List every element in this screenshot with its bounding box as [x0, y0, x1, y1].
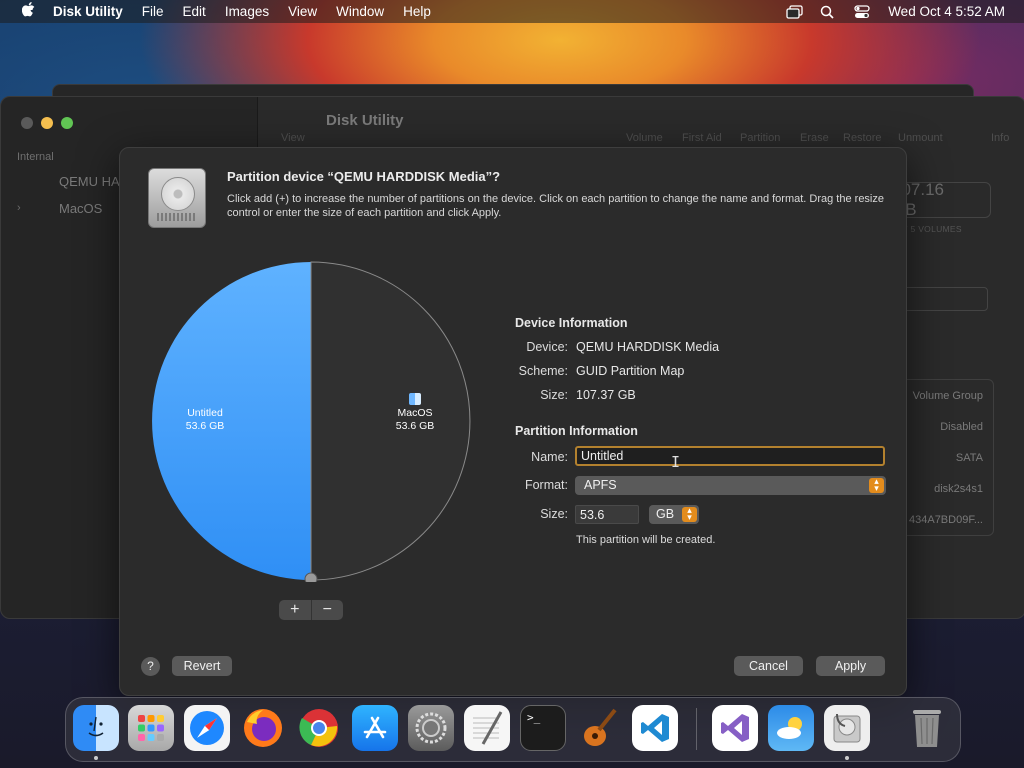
partition-resize-handle[interactable] [304, 572, 318, 586]
textedit-icon[interactable] [464, 705, 510, 751]
running-indicator [94, 756, 98, 760]
toolbar-unmount[interactable]: Unmount [898, 132, 943, 144]
system-preferences-icon[interactable] [408, 705, 454, 751]
name-label: Name: [531, 450, 568, 464]
terminal-icon[interactable]: >_ [520, 705, 566, 751]
format-label: Format: [524, 478, 568, 492]
minimize-window-button[interactable] [41, 117, 53, 129]
info-row: Volume Group [912, 390, 983, 402]
apple-menu-icon[interactable] [16, 2, 40, 21]
sheet-title: Partition device “QEMU HARDDISK Media”? [227, 169, 501, 184]
device-info-header: Device Information [515, 316, 628, 330]
finder-icon[interactable] [73, 705, 119, 751]
chevron-right-icon[interactable]: › [17, 202, 21, 214]
chrome-icon[interactable] [296, 705, 342, 751]
toolbar-partition[interactable]: Partition [740, 132, 780, 144]
hard-disk-icon [148, 168, 206, 228]
menu-bar: Disk Utility File Edit Images View Windo… [0, 0, 1024, 23]
vscode-icon[interactable] [632, 705, 678, 751]
menu-clock[interactable]: Wed Oct 4 5:52 AM [888, 4, 1005, 19]
partition-size-field[interactable] [575, 505, 639, 524]
chevron-up-down-icon: ▴ ▾ [869, 477, 884, 493]
launchpad-icon[interactable] [128, 705, 174, 751]
disk-utility-icon[interactable] [824, 705, 870, 751]
control-center-icon[interactable] [854, 4, 870, 19]
running-indicator [845, 756, 849, 760]
menu-window[interactable]: Window [336, 4, 384, 19]
scheme-value: GUID Partition Map [576, 364, 685, 378]
menu-edit[interactable]: Edit [183, 4, 206, 19]
slice-size: 53.6 GB [185, 420, 225, 432]
pie-label-macos: MacOS 53.6 GB [380, 393, 450, 433]
sidebar-item-macos[interactable]: MacOS [59, 201, 102, 216]
slice-size: 53.6 GB [395, 420, 435, 432]
sidebar-section-internal: Internal [17, 151, 54, 163]
slice-name: Untitled [187, 407, 223, 419]
format-value: APFS [584, 478, 617, 492]
window-title: Disk Utility [326, 112, 404, 129]
format-select[interactable]: APFS ▴ ▾ [575, 476, 886, 495]
info-row: 434A7BD09F... [909, 514, 983, 526]
slice-name: MacOS [397, 407, 433, 419]
dock: >_ [65, 697, 961, 762]
size-unit-select[interactable]: GB ▴ ▾ [649, 505, 699, 524]
zoom-window-button[interactable] [61, 117, 73, 129]
partition-size-label: Size: [540, 507, 568, 521]
partition-pie-chart[interactable]: Untitled 53.6 GB MacOS 53.6 GB [150, 260, 472, 586]
toolbar-view[interactable]: View [281, 132, 305, 144]
device-value: QEMU HARDDISK Media [576, 340, 720, 354]
device-size-value: 107.37 GB [576, 388, 636, 402]
safari-icon[interactable] [184, 705, 230, 751]
revert-button[interactable]: Revert [172, 656, 232, 676]
screen-mirroring-icon[interactable] [786, 4, 803, 19]
trash-icon[interactable] [904, 705, 950, 751]
remove-partition-button[interactable]: − [312, 600, 344, 620]
weather-icon[interactable] [768, 705, 814, 751]
chevron-up-down-icon: ▴ ▾ [682, 506, 697, 522]
app-store-icon[interactable] [352, 705, 398, 751]
sheet-description: Click add (+) to increase the number of … [227, 193, 884, 219]
firefox-icon[interactable] [240, 705, 286, 751]
toolbar-erase[interactable]: Erase [800, 132, 829, 144]
scheme-label: Scheme: [518, 364, 568, 378]
menu-app-name[interactable]: Disk Utility [53, 4, 123, 19]
toolbar-volume[interactable]: Volume [626, 132, 663, 144]
info-row: Disabled [940, 421, 983, 433]
search-icon[interactable] [820, 5, 836, 19]
menu-images[interactable]: Images [225, 4, 269, 19]
partition-sheet: Partition device “QEMU HARDDISK Media”? … [119, 147, 907, 696]
toolbar-restore[interactable]: Restore [843, 132, 882, 144]
partition-note: This partition will be created. [576, 534, 716, 546]
finder-icon [409, 393, 421, 405]
info-row: SATA [955, 452, 983, 464]
info-row: disk2s4s1 [934, 483, 983, 495]
sidebar-item-qemu[interactable]: QEMU HA [59, 174, 120, 189]
add-remove-partition-control: + − [279, 600, 343, 620]
cancel-button[interactable]: Cancel [734, 656, 803, 676]
garageband-icon[interactable] [576, 705, 622, 751]
pie-label-untitled: Untitled 53.6 GB [170, 407, 240, 433]
partition-info-header: Partition Information [515, 424, 638, 438]
text-cursor-icon: I [671, 453, 681, 471]
add-partition-button[interactable]: + [279, 600, 311, 620]
close-window-button[interactable] [21, 117, 33, 129]
toolbar-info[interactable]: Info [991, 132, 1009, 144]
menu-view[interactable]: View [288, 4, 317, 19]
help-button[interactable]: ? [141, 657, 160, 676]
visual-studio-icon[interactable] [712, 705, 758, 751]
unit-value: GB [656, 507, 675, 521]
apply-button[interactable]: Apply [816, 656, 885, 676]
menu-file[interactable]: File [142, 4, 164, 19]
device-size-label: Size: [540, 388, 568, 402]
device-label: Device: [526, 340, 568, 354]
dock-separator [696, 708, 697, 750]
menu-help[interactable]: Help [403, 4, 431, 19]
toolbar-first-aid[interactable]: First Aid [682, 132, 722, 144]
partition-name-field[interactable] [575, 446, 885, 466]
